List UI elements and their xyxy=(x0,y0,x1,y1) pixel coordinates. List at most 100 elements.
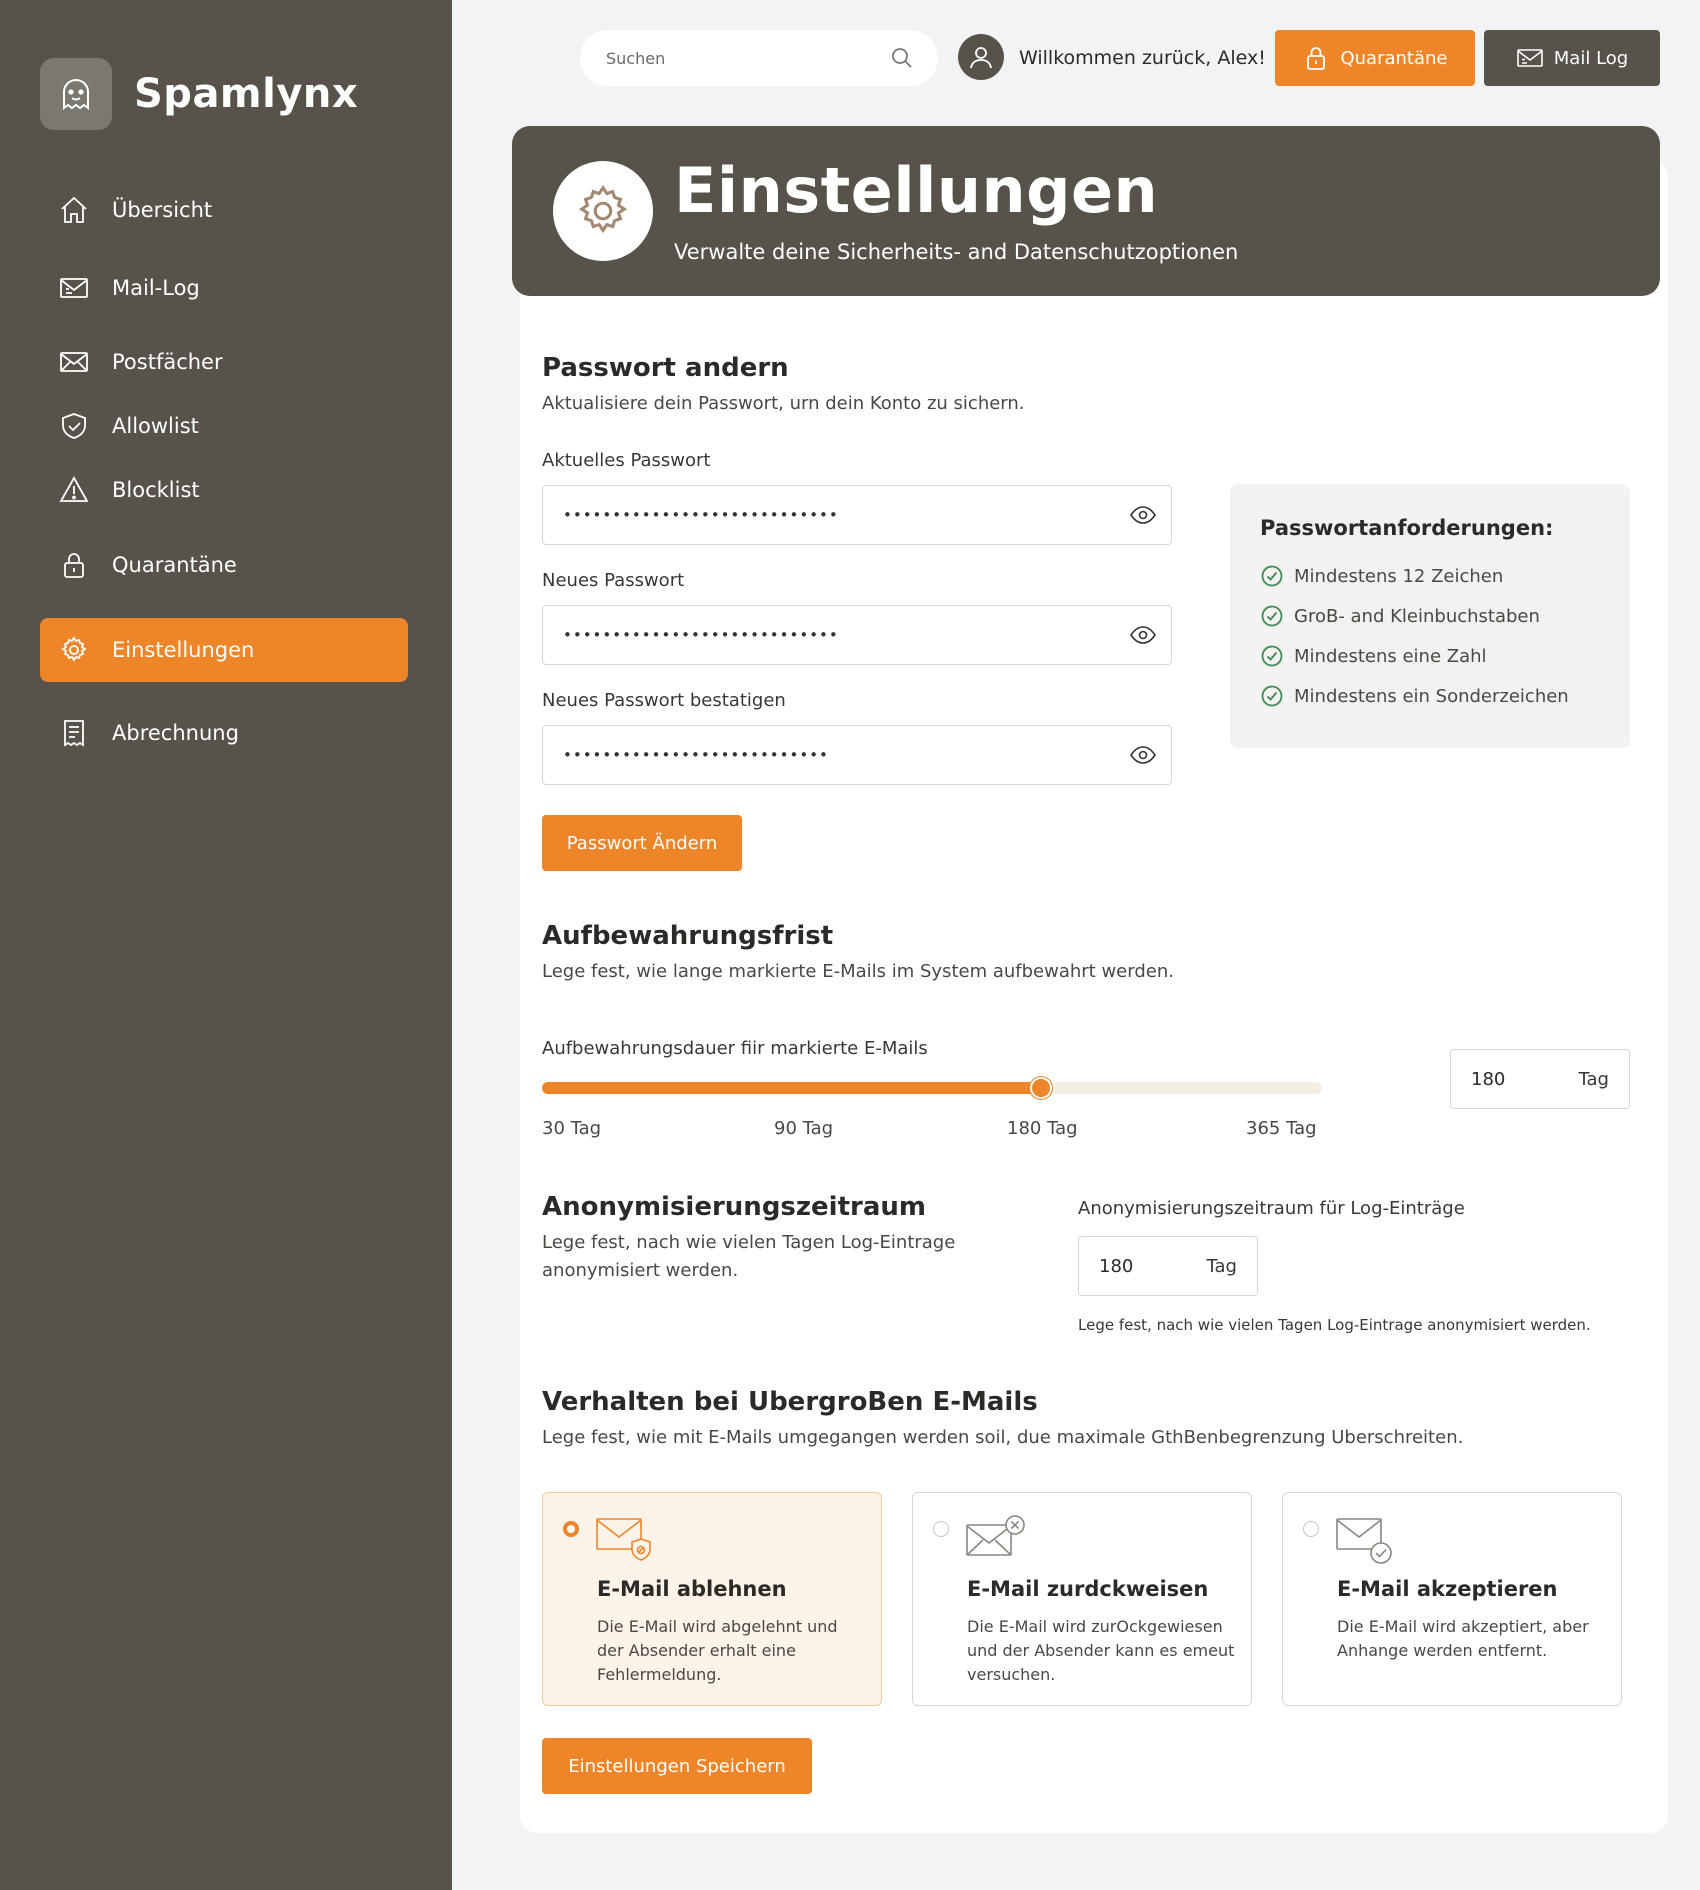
eye-icon[interactable] xyxy=(1129,741,1157,769)
anonymization-section-description: Lege fest, nach wie vielen Tagen Log-Ein… xyxy=(542,1232,956,1281)
radio-button[interactable] xyxy=(933,1521,949,1537)
radio-button[interactable] xyxy=(563,1521,579,1537)
mail-shield-icon xyxy=(596,1518,651,1561)
password-requirements: Passwortanforderungen: Mindestens 12 Zei… xyxy=(1230,484,1630,748)
shield-check-icon xyxy=(62,413,86,439)
mail-log-button-label: Mail Log xyxy=(1553,47,1629,69)
sidebar-item-label: Allowlist xyxy=(112,414,199,438)
password-section-title: Passwort andern xyxy=(542,353,789,383)
sidebar-item-abrechnung[interactable]: Abrechnung xyxy=(40,701,408,765)
sidebar-item-einstellungen[interactable]: Einstellungen xyxy=(40,618,408,682)
requirement-item: Mindestens eine Zahl xyxy=(1260,644,1487,668)
sidebar-item-allowlist[interactable]: Allowlist xyxy=(40,394,408,458)
envelope-icon xyxy=(60,352,88,372)
check-circle-icon xyxy=(1261,565,1283,587)
current-password-field[interactable]: •••••••••••••••••••••••••••• xyxy=(542,485,1172,545)
check-circle-icon xyxy=(1261,605,1283,627)
slider-tick-label: 180 Tag xyxy=(1007,1118,1078,1139)
lock-icon xyxy=(1307,47,1326,70)
option-accept[interactable]: E-Mail akzeptieren Die E-Mail wird akzep… xyxy=(1282,1492,1622,1706)
search-icon[interactable] xyxy=(890,46,914,70)
retention-slider[interactable] xyxy=(542,1077,1322,1099)
save-settings-button[interactable]: Einstellungen Speichern xyxy=(542,1738,812,1794)
option-title: E-Mail akzeptieren xyxy=(1337,1577,1558,1601)
mail-log-icon xyxy=(1516,49,1543,67)
requirements-title: Passwortanforderungen: xyxy=(1260,516,1554,540)
confirm-password-field[interactable]: ••••••••••••••••••••••••••• xyxy=(542,725,1172,785)
sidebar-item-blocklist[interactable]: Blocklist xyxy=(40,458,408,522)
password-section-description: Aktualisiere dein Passwort, urn dein Kon… xyxy=(542,393,1025,414)
user-icon xyxy=(970,47,992,69)
anonymization-days-field[interactable]: Tag xyxy=(1078,1236,1258,1296)
sidebar-item-mail-log[interactable]: Mail-Log xyxy=(40,256,408,320)
sidebar-item-postfaecher[interactable]: Postfächer xyxy=(40,330,408,394)
sidebar: Spamlynx Übersicht Mail-Log Postfächer A… xyxy=(0,0,452,1890)
requirement-item: Mindestens ein Sonderzeichen xyxy=(1260,684,1569,708)
sidebar-item-label: Postfächer xyxy=(112,350,223,374)
new-password-field[interactable]: •••••••••••••••••••••••••••• xyxy=(542,605,1172,665)
requirement-text: Mindestens eine Zahl xyxy=(1294,645,1487,667)
anonymization-days-input[interactable] xyxy=(1099,1255,1159,1277)
gear-icon xyxy=(553,161,653,261)
slider-tick-label: 90 Tag xyxy=(774,1118,834,1139)
option-bounce[interactable]: E-Mail zurdckweisen Die E-Mail wird zurO… xyxy=(912,1492,1252,1706)
eye-icon[interactable] xyxy=(1129,501,1157,529)
slider-tick-label: 30 Tag xyxy=(542,1118,602,1139)
retention-section-title: Aufbewahrungsfrist xyxy=(542,921,834,951)
oversized-section-title: Verhalten bei UbergroBen E-Mails xyxy=(542,1387,1038,1417)
mail-log-button[interactable]: Mail Log xyxy=(1484,30,1660,86)
anonymization-note: Lege fest, nach wie vielen Tagen Log-Ein… xyxy=(1078,1316,1591,1334)
sidebar-item-label: Übersicht xyxy=(112,198,213,222)
current-password-value: •••••••••••••••••••••••••••• xyxy=(563,506,839,524)
eye-icon[interactable] xyxy=(1129,621,1157,649)
retention-days-field[interactable]: Tag xyxy=(1450,1049,1630,1109)
gear-icon xyxy=(61,636,87,662)
sidebar-item-label: Quarantäne xyxy=(112,553,237,577)
change-password-button[interactable]: Passwort Ändern xyxy=(542,815,742,871)
retention-days-input[interactable] xyxy=(1471,1068,1531,1090)
anonymization-unit: Tag xyxy=(1206,1255,1237,1277)
requirement-item: GroB- and Kleinbuchstaben xyxy=(1260,604,1540,628)
avatar[interactable] xyxy=(958,34,1004,80)
retention-section-description: Lege fest, wie lange markierte E-Mails i… xyxy=(542,961,1174,982)
check-circle-icon xyxy=(1261,685,1283,707)
current-password-label: Aktuelles Passwort xyxy=(542,450,711,471)
quarantine-button-label: Quarantäne xyxy=(1340,47,1448,69)
sidebar-item-label: Blocklist xyxy=(112,478,200,502)
option-description: Die E-Mail wird zurOckgewiesen und der A… xyxy=(967,1617,1235,1684)
option-title: E-Mail ablehnen xyxy=(597,1577,787,1601)
requirement-item: Mindestens 12 Zeichen xyxy=(1260,564,1503,588)
page-header: Einstellungen Verwalte deine Sicherheits… xyxy=(512,126,1660,296)
retention-slider-label: Aufbewahrungsdauer fiir markierte E-Mail… xyxy=(542,1038,928,1059)
check-circle-icon xyxy=(1261,645,1283,667)
welcome-text: Willkommen zurück, Alex! xyxy=(1019,47,1266,69)
mail-check-icon xyxy=(1336,1518,1392,1564)
confirm-password-label: Neues Passwort bestatigen xyxy=(542,690,786,711)
page-title: Einstellungen xyxy=(674,154,1159,227)
sidebar-item-uebersicht[interactable]: Übersicht xyxy=(40,178,408,242)
confirm-password-value: ••••••••••••••••••••••••••• xyxy=(563,746,829,764)
sidebar-item-quarantaene[interactable]: Quarantäne xyxy=(40,533,408,597)
page-subtitle: Verwalte deine Sicherheits- and Datensch… xyxy=(674,240,1239,264)
warning-icon xyxy=(59,476,89,502)
quarantine-button[interactable]: Quarantäne xyxy=(1275,30,1475,86)
slider-tick-label: 365 Tag xyxy=(1246,1118,1317,1139)
option-description: Die E-Mail wird akzeptiert, aber Anhange… xyxy=(1337,1617,1589,1660)
sidebar-item-label: Abrechnung xyxy=(112,721,239,745)
requirement-text: Mindestens 12 Zeichen xyxy=(1294,565,1504,587)
ghost-logo-icon xyxy=(40,58,112,130)
anonymization-field-label: Anonymisierungszeitraum für Log-Einträge xyxy=(1078,1198,1465,1219)
home-icon xyxy=(61,196,87,223)
radio-button[interactable] xyxy=(1303,1521,1319,1537)
receipt-icon xyxy=(64,720,84,747)
lock-icon xyxy=(64,553,84,578)
oversized-section-description: Lege fest, wie mit E-Mails umgegangen we… xyxy=(542,1427,1464,1448)
search-input[interactable] xyxy=(606,48,890,68)
option-title: E-Mail zurdckweisen xyxy=(967,1577,1209,1601)
option-reject[interactable]: E-Mail ablehnen Die E-Mail wird abgelehn… xyxy=(542,1492,882,1706)
brand[interactable]: Spamlynx xyxy=(40,58,358,130)
anonymization-section-title: Anonymisierungszeitraum xyxy=(542,1192,926,1222)
new-password-label: Neues Passwort xyxy=(542,570,685,591)
new-password-value: •••••••••••••••••••••••••••• xyxy=(563,626,839,644)
search-bar[interactable] xyxy=(580,30,938,86)
